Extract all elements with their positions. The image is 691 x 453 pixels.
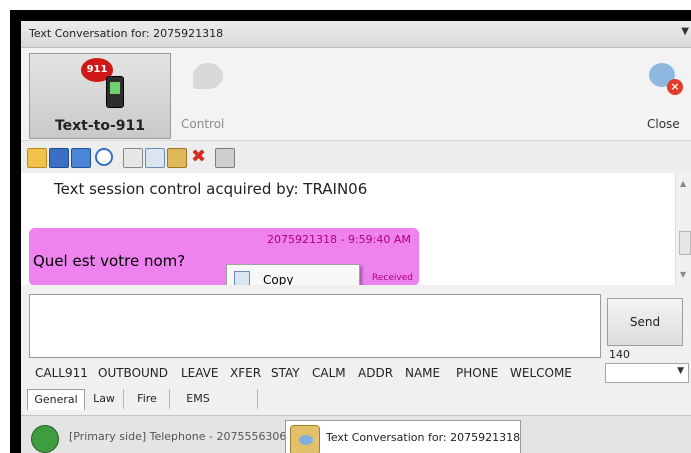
context-menu-copy-item[interactable]: Copy <box>226 264 360 285</box>
delete-icon[interactable]: ✖ <box>191 148 209 166</box>
main-toolbar: 911 Text-to-911 Control × Close <box>21 48 691 141</box>
quick-phrase-calm[interactable]: CALM <box>312 366 346 380</box>
copy-icon[interactable] <box>145 148 165 168</box>
save-icon[interactable] <box>49 148 69 168</box>
quick-phrase-leave[interactable]: LEAVE <box>181 366 219 380</box>
text-conversation-window: Text Conversation for: 2075921318 ▼ 911 … <box>21 21 691 453</box>
tab-law[interactable]: Law <box>87 389 121 409</box>
speech-bubble-icon <box>193 63 223 89</box>
tab-fire[interactable]: Fire <box>129 389 165 409</box>
quick-phrase-addr[interactable]: ADDR <box>358 366 393 380</box>
quick-phrase-outbound[interactable]: OUTBOUND <box>98 366 168 380</box>
paste-icon[interactable] <box>167 148 187 168</box>
tab-divider <box>123 389 124 409</box>
tab-divider <box>169 389 170 409</box>
char-count: 140 <box>609 348 630 361</box>
quick-phrase-name[interactable]: NAME <box>405 366 440 380</box>
title-bar: Text Conversation for: 2075921318 ▼ <box>21 21 691 48</box>
telephone-icon <box>31 425 59 453</box>
system-message: Text session control acquired by: TRAIN0… <box>54 180 368 198</box>
category-tabs: General Law Fire EMS <box>21 385 691 413</box>
message-meta: 2075921318 - 9:59:40 AM <box>267 233 411 246</box>
message-text: Quel est votre nom? <box>33 252 186 270</box>
conversation-history: Text session control acquired by: TRAIN0… <box>21 173 675 285</box>
phone-icon <box>106 76 124 108</box>
quick-phrase-welcome[interactable]: WELCOME <box>510 366 572 380</box>
control-label: Control <box>181 117 225 131</box>
panel-tab-text-conversation-label: Text Conversation for: 2075921318 <box>326 431 521 444</box>
tab-divider <box>257 389 258 409</box>
scroll-thumb[interactable] <box>679 231 691 255</box>
quick-phrase-bar: CALL911 OUTBOUND LEAVE XFER STAY CALM AD… <box>21 363 691 385</box>
text-to-911-label: Text-to-911 <box>54 118 146 134</box>
undo-icon[interactable] <box>95 148 113 166</box>
panel-tabs: [Primary side] Telephone - 2075556306 Te… <box>21 415 691 453</box>
send-button[interactable]: Send <box>607 298 683 346</box>
panel-tab-text-conversation[interactable]: Text Conversation for: 2075921318 <box>285 420 521 453</box>
scroll-up-icon[interactable]: ▲ <box>680 179 686 188</box>
chevron-down-icon[interactable]: ▼ <box>681 26 689 37</box>
quick-phrase-xfer[interactable]: XFER <box>230 366 261 380</box>
received-message[interactable]: 2075921318 - 9:59:40 AM Quel est votre n… <box>29 228 419 285</box>
edit-toolbar: ✖ <box>21 141 691 173</box>
text-to-911-button[interactable]: 911 Text-to-911 <box>29 53 171 139</box>
print-icon[interactable] <box>215 148 235 168</box>
close-icon: × <box>667 79 683 95</box>
quick-phrase-call911[interactable]: CALL911 <box>35 366 88 380</box>
copy-label: Copy <box>263 273 294 285</box>
scroll-down-icon[interactable]: ▼ <box>680 270 686 279</box>
quick-phrase-stay[interactable]: STAY <box>271 366 300 380</box>
copy-icon <box>234 271 250 285</box>
chevron-down-icon: ▼ <box>677 366 684 376</box>
tab-ems[interactable]: EMS <box>177 389 219 409</box>
message-input[interactable] <box>29 294 601 358</box>
panel-tab-telephone[interactable]: [Primary side] Telephone - 2075556306 <box>23 420 287 453</box>
tab-general[interactable]: General <box>27 389 85 410</box>
close-label: Close <box>647 117 680 131</box>
history-scrollbar[interactable]: ▲ ▼ <box>675 173 691 285</box>
text-conversation-icon <box>290 425 320 453</box>
window-title: Text Conversation for: 2075921318 <box>29 27 224 40</box>
folder-open-icon[interactable] <box>27 148 47 168</box>
quick-phrase-phone[interactable]: PHONE <box>456 366 498 380</box>
close-button[interactable]: × Close <box>641 53 691 137</box>
compose-area: Send 140 <box>21 286 691 361</box>
panel-tab-telephone-label: [Primary side] Telephone - 2075556306 <box>69 430 287 443</box>
control-button[interactable]: Control <box>171 53 241 137</box>
message-status: Received <box>372 273 413 283</box>
cut-icon[interactable] <box>123 148 143 168</box>
quick-phrase-dropdown[interactable]: ▼ <box>605 363 689 383</box>
save-as-icon[interactable] <box>71 148 91 168</box>
